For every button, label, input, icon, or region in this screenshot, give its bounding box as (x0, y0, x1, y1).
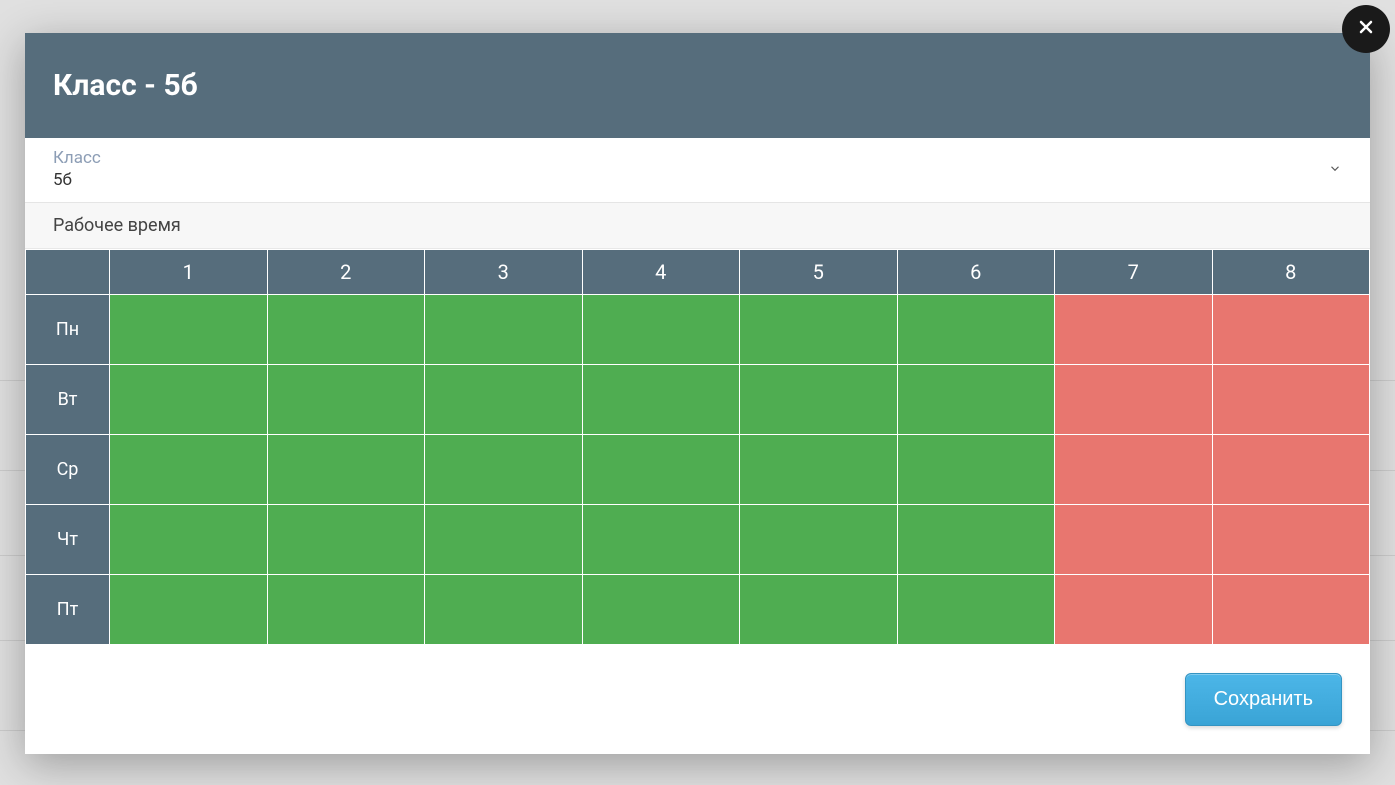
day-label: Пн (26, 295, 110, 365)
period-header: 2 (267, 250, 425, 295)
schedule-slot[interactable] (740, 295, 898, 365)
class-schedule-modal: Класс - 5б Класс 5б Рабочее время 123456… (25, 33, 1370, 754)
schedule-slot[interactable] (1212, 505, 1370, 575)
schedule-table: 12345678 ПнВтСрЧтПт (25, 249, 1370, 645)
schedule-slot[interactable] (1055, 575, 1213, 645)
class-select[interactable]: Класс 5б (25, 138, 1370, 203)
schedule-slot[interactable] (740, 435, 898, 505)
schedule-slot[interactable] (897, 435, 1055, 505)
schedule-slot[interactable] (267, 365, 425, 435)
schedule-slot[interactable] (267, 575, 425, 645)
save-button[interactable]: Сохранить (1185, 673, 1342, 726)
section-header: Рабочее время (25, 203, 1370, 249)
table-row: Чт (26, 505, 1370, 575)
period-header: 6 (897, 250, 1055, 295)
schedule-slot[interactable] (897, 575, 1055, 645)
period-header: 8 (1212, 250, 1370, 295)
day-label: Пт (26, 575, 110, 645)
schedule-slot[interactable] (1212, 295, 1370, 365)
close-icon (1356, 17, 1376, 41)
schedule-slot[interactable] (1212, 575, 1370, 645)
schedule-slot[interactable] (740, 575, 898, 645)
schedule-slot[interactable] (110, 435, 268, 505)
schedule-slot[interactable] (425, 295, 583, 365)
schedule-slot[interactable] (110, 575, 268, 645)
schedule-slot[interactable] (897, 505, 1055, 575)
day-label: Ср (26, 435, 110, 505)
period-header: 1 (110, 250, 268, 295)
schedule-slot[interactable] (1055, 435, 1213, 505)
schedule-slot[interactable] (267, 435, 425, 505)
schedule-slot[interactable] (425, 365, 583, 435)
schedule-slot[interactable] (740, 505, 898, 575)
schedule-slot[interactable] (582, 435, 740, 505)
schedule-slot[interactable] (425, 435, 583, 505)
modal-footer: Сохранить (25, 645, 1370, 754)
schedule-slot[interactable] (1055, 295, 1213, 365)
schedule-slot[interactable] (740, 365, 898, 435)
schedule-slot[interactable] (582, 505, 740, 575)
schedule-slot[interactable] (1055, 505, 1213, 575)
modal-title: Класс - 5б (53, 68, 198, 103)
period-header: 5 (740, 250, 898, 295)
schedule-slot[interactable] (110, 505, 268, 575)
schedule-slot[interactable] (582, 295, 740, 365)
period-header: 4 (582, 250, 740, 295)
schedule-slot[interactable] (897, 365, 1055, 435)
table-row: Вт (26, 365, 1370, 435)
chevron-down-icon (1328, 161, 1342, 180)
schedule-slot[interactable] (267, 295, 425, 365)
schedule-slot[interactable] (425, 505, 583, 575)
modal-header: Класс - 5б (25, 33, 1370, 138)
day-label: Чт (26, 505, 110, 575)
schedule-slot[interactable] (425, 575, 583, 645)
select-value: 5б (53, 170, 1342, 190)
schedule-slot[interactable] (897, 295, 1055, 365)
day-label: Вт (26, 365, 110, 435)
schedule-slot[interactable] (582, 575, 740, 645)
table-row: Пт (26, 575, 1370, 645)
schedule-slot[interactable] (1212, 365, 1370, 435)
schedule-slot[interactable] (110, 365, 268, 435)
period-header: 3 (425, 250, 583, 295)
schedule-slot[interactable] (582, 365, 740, 435)
schedule-slot[interactable] (267, 505, 425, 575)
schedule-slot[interactable] (110, 295, 268, 365)
close-button[interactable] (1342, 5, 1390, 53)
schedule-slot[interactable] (1055, 365, 1213, 435)
table-row: Ср (26, 435, 1370, 505)
table-corner (26, 250, 110, 295)
period-header: 7 (1055, 250, 1213, 295)
table-row: Пн (26, 295, 1370, 365)
schedule-slot[interactable] (1212, 435, 1370, 505)
select-label: Класс (53, 148, 1342, 168)
